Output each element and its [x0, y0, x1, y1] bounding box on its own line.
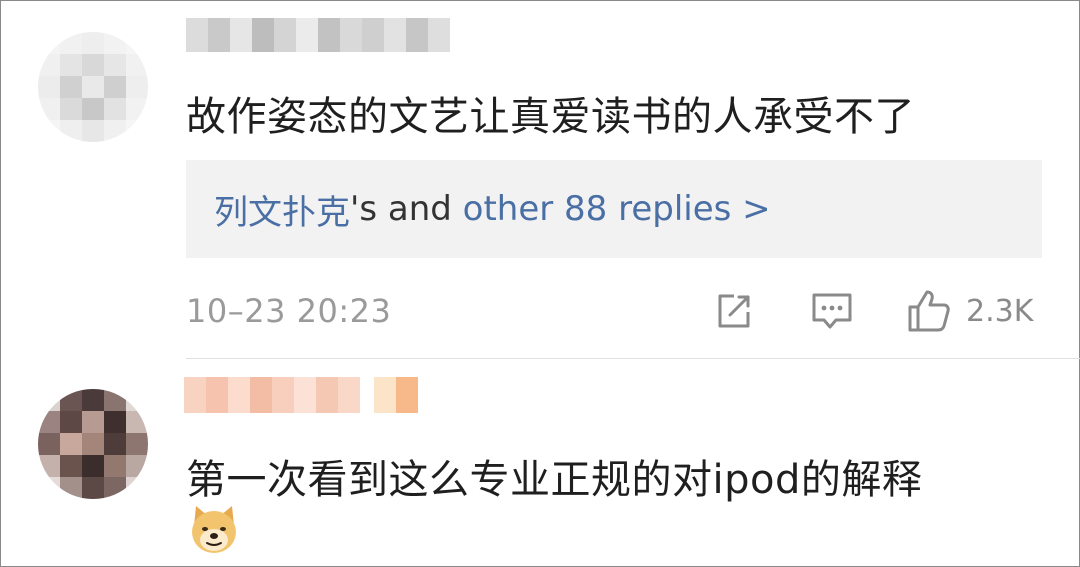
comment-item: 故作姿态的文艺让真爱读书的人承受不了 列文扑克's and other 88 r… — [0, 0, 1080, 358]
avatar[interactable] — [38, 32, 148, 142]
comment-icon — [812, 293, 852, 329]
comment-meta: 10–23 20:23 2.3K — [186, 288, 1042, 334]
reply-username[interactable]: 列文扑克 — [214, 185, 350, 234]
comment-button[interactable] — [808, 288, 856, 334]
replies-link[interactable]: 列文扑克's and other 88 replies > — [186, 160, 1042, 258]
username-obscured[interactable] — [184, 377, 418, 413]
like-button[interactable]: 2.3K — [906, 288, 1033, 334]
comment-text: 第一次看到这么专业正规的对ipod的解释 — [186, 457, 923, 503]
comment-item: 第一次看到这么专业正规的对ipod的解释 — [0, 359, 1080, 567]
share-icon — [718, 294, 750, 328]
thumbs-up-icon — [908, 290, 950, 332]
timestamp: 10–23 20:23 — [186, 292, 392, 330]
more-replies-link[interactable]: other 88 replies > — [463, 189, 771, 229]
comment-text: 故作姿态的文艺让真爱读书的人承受不了 — [186, 94, 915, 140]
doge-emoji-icon — [192, 506, 236, 553]
share-button[interactable] — [712, 288, 756, 334]
like-count: 2.3K — [966, 293, 1034, 329]
reply-connector: 's and — [350, 189, 463, 229]
avatar[interactable] — [38, 389, 148, 499]
username-obscured[interactable] — [186, 18, 450, 52]
